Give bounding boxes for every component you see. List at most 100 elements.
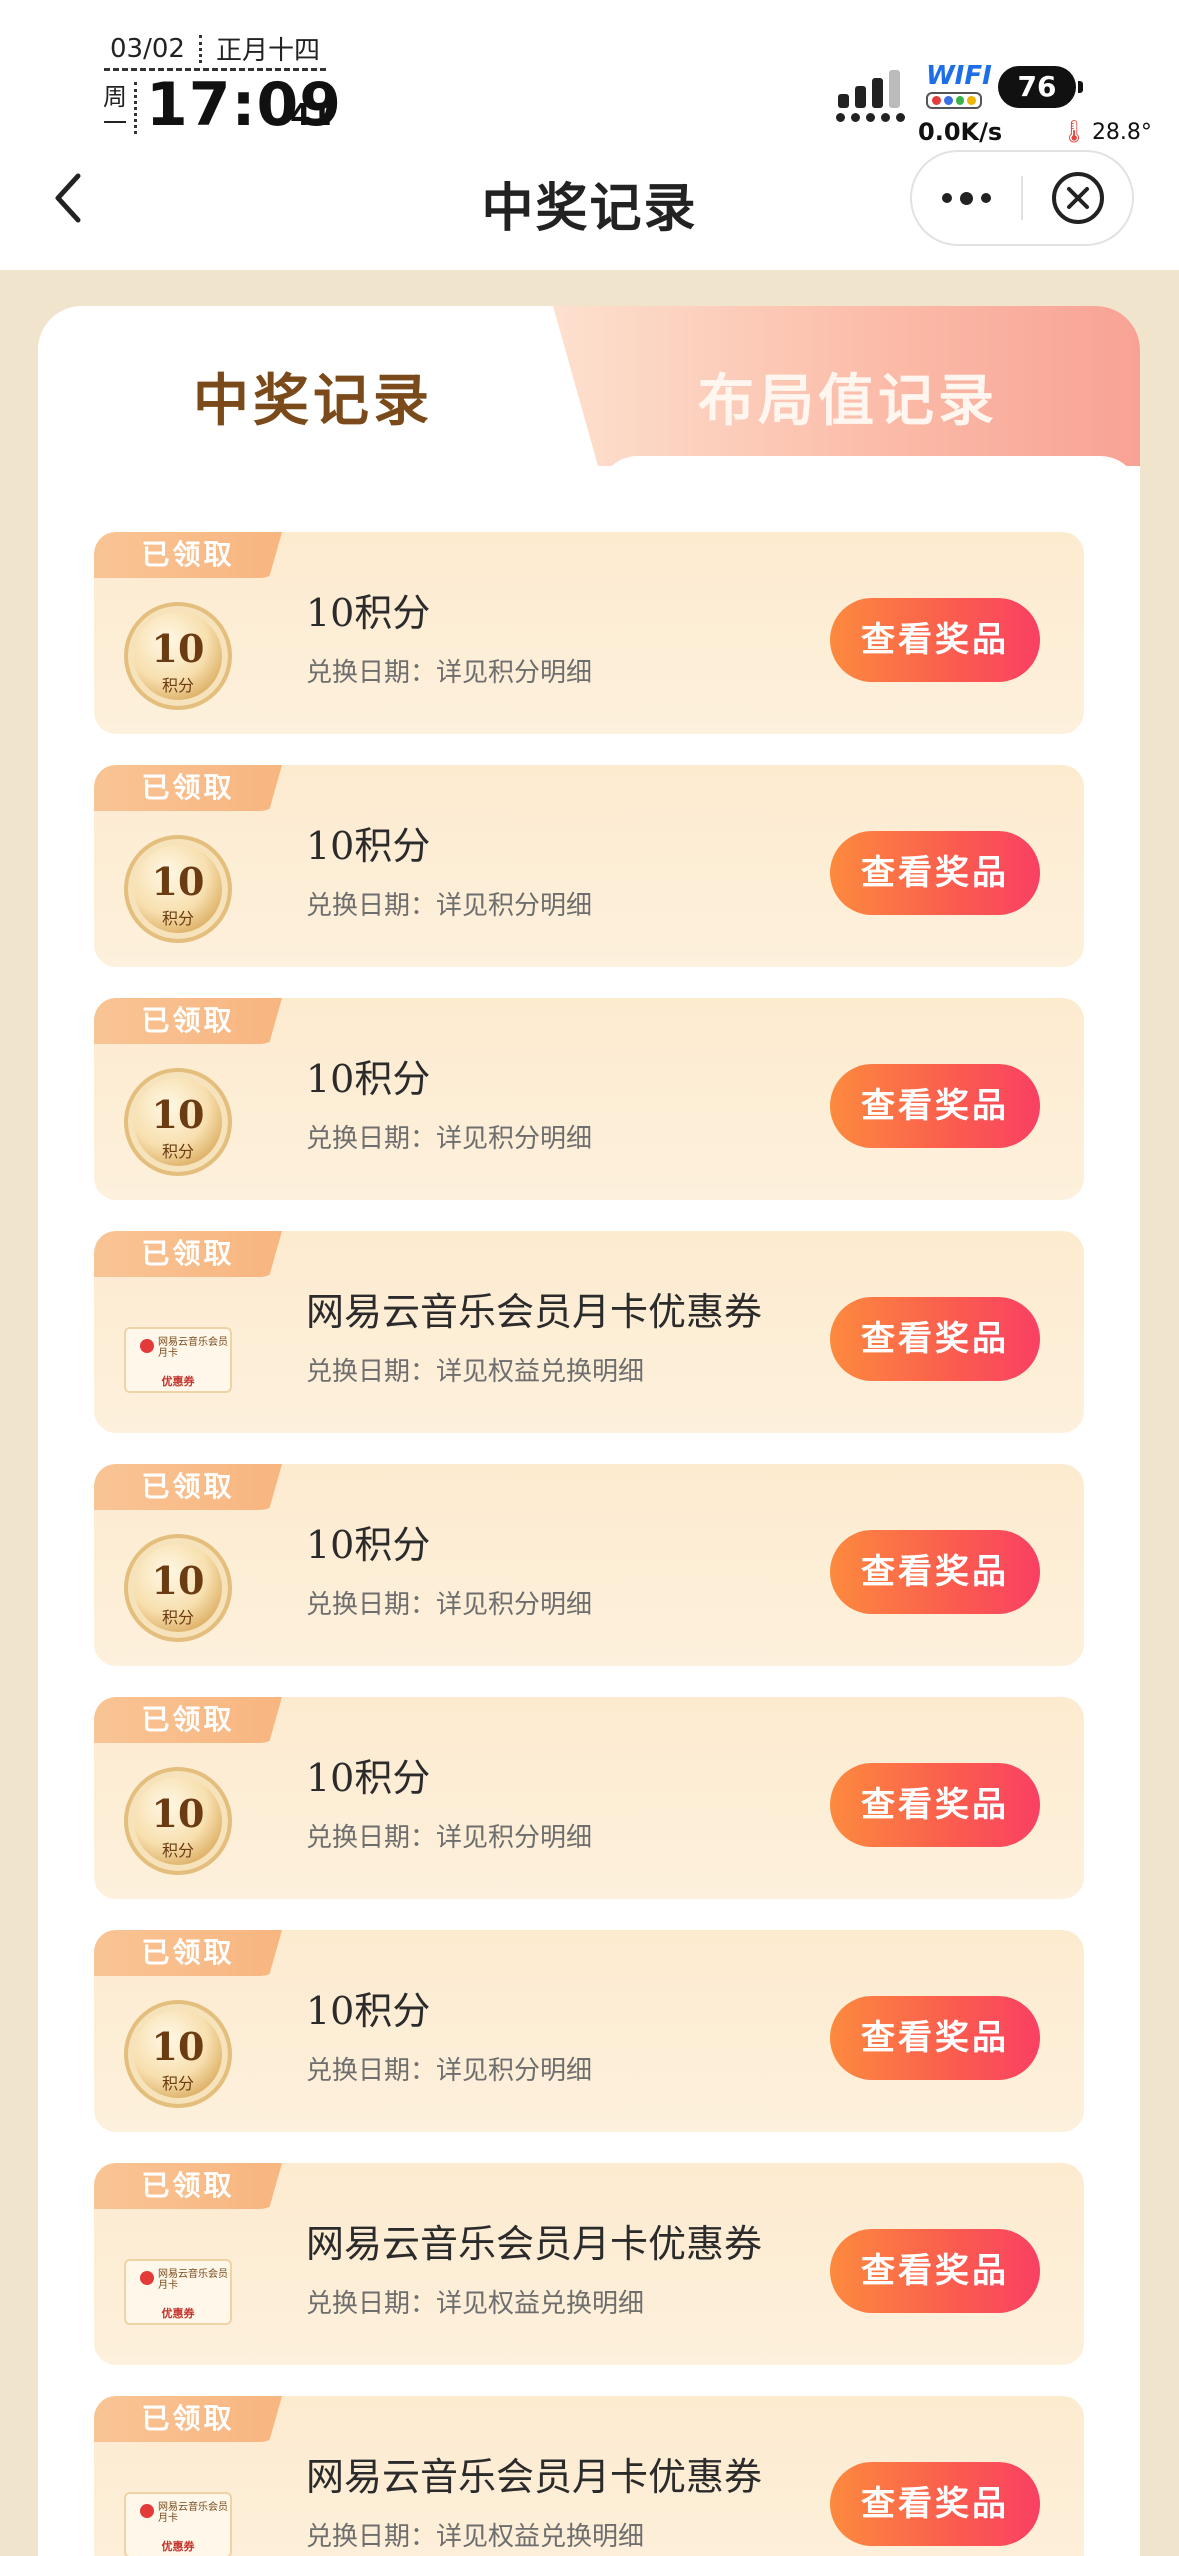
- view-prize-button[interactable]: 查看奖品: [830, 1297, 1040, 1381]
- redeem-date: 兑换日期：详见权益兑换明细: [306, 1357, 645, 1387]
- voucher-icon: 网易云音乐会员月卡 优惠券: [124, 2233, 232, 2341]
- wifi-label: WIFI: [926, 61, 992, 91]
- list-item: 已领取 10 积分 10积分 兑换日期：详见积分明细 查看奖品: [94, 1930, 1084, 2132]
- list-item: 已领取 10 积分 10积分 兑换日期：详见积分明细 查看奖品: [94, 1697, 1084, 1899]
- more-dots-icon: [942, 193, 952, 203]
- view-prize-button[interactable]: 查看奖品: [830, 831, 1040, 915]
- claimed-badge: 已领取: [94, 1930, 282, 1976]
- prize-title: 10积分: [306, 1523, 431, 1567]
- claimed-badge: 已领取: [94, 532, 282, 578]
- wifi-indicator: WIFI: [926, 61, 992, 109]
- view-prize-button[interactable]: 查看奖品: [830, 1530, 1040, 1614]
- voucher-name: 网易云音乐会员月卡: [158, 2502, 228, 2524]
- weekday: 周一: [103, 83, 127, 137]
- date-row: 03/02 正月十四: [110, 30, 320, 67]
- points-coin-icon: 10 积分: [124, 1534, 232, 1642]
- records-list: 已领取 10 积分 10积分 兑换日期：详见积分明细 查看奖品 已领取 10 积…: [94, 532, 1084, 2556]
- more-button[interactable]: [912, 150, 1021, 246]
- prize-title: 网易云音乐会员月卡优惠券: [306, 1290, 763, 1334]
- view-prize-button[interactable]: 查看奖品: [830, 1996, 1040, 2080]
- view-prize-button[interactable]: 查看奖品: [830, 2229, 1040, 2313]
- claimed-badge: 已领取: [94, 2163, 282, 2209]
- clock-seconds: 41: [290, 98, 332, 133]
- close-circle-icon: [1051, 172, 1104, 224]
- voucher-icon: 网易云音乐会员月卡 优惠券: [124, 1301, 232, 1409]
- coin-unit: 积分: [161, 1841, 194, 1860]
- wifi-status-icon: [926, 92, 982, 109]
- view-prize-button[interactable]: 查看奖品: [830, 2462, 1040, 2546]
- view-prize-button[interactable]: 查看奖品: [830, 1763, 1040, 1847]
- coin-value: 10: [151, 1791, 205, 1836]
- list-item: 已领取 10 积分 10积分 兑换日期：详见积分明细 查看奖品: [94, 1464, 1084, 1666]
- netease-music-logo-icon: [140, 2504, 154, 2518]
- points-coin-icon: 10 积分: [124, 1068, 232, 1176]
- redeem-date: 兑换日期：详见权益兑换明细: [306, 2522, 645, 2552]
- claimed-badge: 已领取: [94, 998, 282, 1044]
- prize-title: 网易云音乐会员月卡优惠券: [306, 2222, 763, 2266]
- records-card: 中奖记录 布局值记录 已领取 10 积分 10积分 兑换日期：详见积分明细 查看…: [38, 306, 1140, 2556]
- points-coin-icon: 10 积分: [124, 835, 232, 943]
- prize-title: 10积分: [306, 1756, 431, 1800]
- lunar-date: 正月十四: [215, 36, 320, 66]
- temperature-readout: 🌡 28.8°: [1060, 120, 1152, 145]
- redeem-date: 兑换日期：详见积分明细: [306, 2056, 593, 2086]
- status-bar: 03/02 正月十四 周一 17:09 41 WIFI 76 0.0K/s 🌡 …: [0, 0, 1179, 150]
- coin-value: 10: [151, 626, 205, 671]
- redeem-date: 兑换日期：详见积分明细: [306, 891, 593, 921]
- battery-indicator: 76: [998, 66, 1083, 108]
- coin-unit: 积分: [161, 676, 194, 695]
- view-prize-button[interactable]: 查看奖品: [830, 1064, 1040, 1148]
- list-item: 已领取 网易云音乐会员月卡 优惠券 网易云音乐会员月卡优惠券 兑换日期：详见权益…: [94, 2163, 1084, 2365]
- coin-value: 10: [151, 859, 205, 904]
- list-item: 已领取 网易云音乐会员月卡 优惠券 网易云音乐会员月卡优惠券 兑换日期：详见权益…: [94, 1231, 1084, 1433]
- prize-title: 10积分: [306, 1989, 431, 2033]
- redeem-date: 兑换日期：详见积分明细: [306, 658, 593, 688]
- claimed-badge: 已领取: [94, 1464, 282, 1510]
- list-item: 已领取 10 积分 10积分 兑换日期：详见积分明细 查看奖品: [94, 532, 1084, 734]
- redeem-date: 兑换日期：详见积分明细: [306, 1124, 593, 1154]
- coin-unit: 积分: [161, 2074, 194, 2093]
- points-coin-icon: 10 积分: [124, 1767, 232, 1875]
- cellular-signal-icon: [836, 62, 906, 122]
- coin-unit: 积分: [161, 909, 194, 928]
- claimed-badge: 已领取: [94, 1231, 282, 1277]
- date-text: 03/02: [110, 33, 185, 64]
- redeem-date: 兑换日期：详见权益兑换明细: [306, 2289, 645, 2319]
- voucher-tag: 优惠券: [161, 2307, 195, 2320]
- voucher-tag: 优惠券: [161, 1375, 195, 1388]
- voucher-icon: 网易云音乐会员月卡 优惠券: [124, 2466, 232, 2556]
- prize-title: 10积分: [306, 1057, 431, 1101]
- netease-music-logo-icon: [140, 2271, 154, 2285]
- points-coin-icon: 10 积分: [124, 602, 232, 710]
- weekday-separator: [134, 82, 137, 134]
- coin-value: 10: [151, 2024, 205, 2069]
- list-item: 已领取 10 积分 10积分 兑换日期：详见积分明细 查看奖品: [94, 765, 1084, 967]
- redeem-date: 兑换日期：详见积分明细: [306, 1823, 593, 1853]
- network-speed: 0.0K/s: [918, 118, 1003, 146]
- list-item: 已领取 10 积分 10积分 兑换日期：详见积分明细 查看奖品: [94, 998, 1084, 1200]
- voucher-tag: 优惠券: [161, 2540, 195, 2553]
- claimed-badge: 已领取: [94, 1697, 282, 1743]
- netease-music-logo-icon: [140, 1339, 154, 1353]
- thermometer-icon: 🌡: [1060, 120, 1088, 145]
- prize-title: 网易云音乐会员月卡优惠券: [306, 2455, 763, 2499]
- voucher-name: 网易云音乐会员月卡: [158, 2269, 228, 2291]
- coin-unit: 积分: [161, 1608, 194, 1627]
- close-button[interactable]: [1023, 150, 1132, 246]
- list-item: 已领取 网易云音乐会员月卡 优惠券 网易云音乐会员月卡优惠券 兑换日期：详见权益…: [94, 2396, 1084, 2556]
- view-prize-button[interactable]: 查看奖品: [830, 598, 1040, 682]
- coin-value: 10: [151, 1558, 205, 1603]
- date-separator: [198, 34, 202, 63]
- voucher-name: 网易云音乐会员月卡: [158, 1337, 228, 1359]
- redeem-date: 兑换日期：详见积分明细: [306, 1590, 593, 1620]
- points-coin-icon: 10 积分: [124, 2000, 232, 2108]
- tab-layout-records[interactable]: 布局值记录: [698, 356, 998, 437]
- claimed-badge: 已领取: [94, 765, 282, 811]
- prize-title: 10积分: [306, 824, 431, 868]
- prize-title: 10积分: [306, 591, 431, 635]
- tab-win-records[interactable]: 中奖记录: [193, 356, 433, 437]
- mini-program-capsule: [910, 150, 1134, 246]
- coin-value: 10: [151, 1092, 205, 1137]
- claimed-badge: 已领取: [94, 2396, 282, 2442]
- coin-unit: 积分: [161, 1142, 194, 1161]
